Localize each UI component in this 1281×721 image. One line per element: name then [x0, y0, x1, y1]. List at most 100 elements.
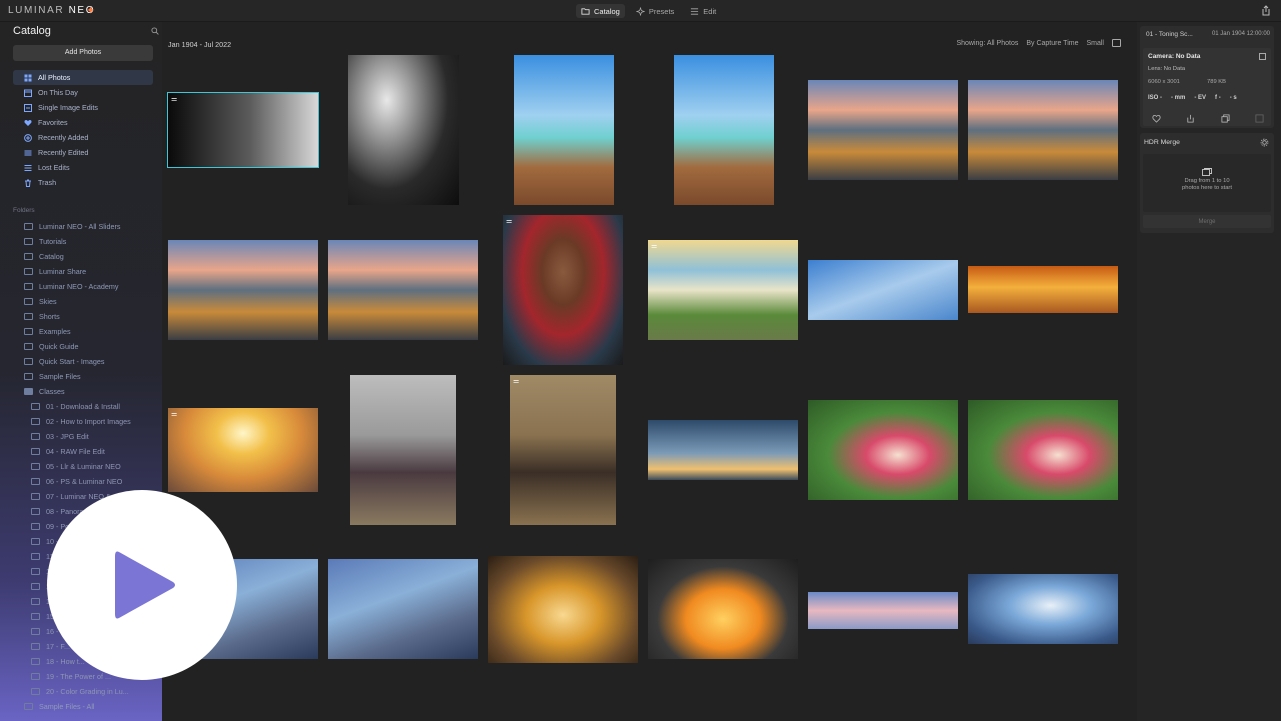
photo-thumbnail[interactable] — [328, 240, 478, 340]
video-play-button[interactable] — [47, 490, 237, 680]
tab-edit[interactable]: Edit — [685, 4, 721, 18]
photo-thumbnail[interactable]: ⚌ — [648, 240, 798, 340]
nav-on-this-day[interactable]: On This Day — [13, 85, 153, 100]
photo-thumbnail[interactable]: ⚌ — [168, 408, 318, 492]
folder-label: Tutorials — [39, 237, 67, 246]
sidebar-folder-item[interactable]: Luminar NEO - All Sliders — [13, 219, 158, 234]
photo-thumbnail[interactable] — [514, 55, 614, 205]
filter-size[interactable]: Small — [1086, 40, 1104, 47]
expand-icon[interactable] — [1259, 53, 1266, 60]
sidebar-folder-item[interactable]: Sample Files — [13, 369, 158, 384]
sidebar-folder-item[interactable]: Classes — [13, 384, 158, 399]
sidebar-folder-item[interactable]: Tutorials — [13, 234, 158, 249]
folder-icon — [31, 568, 40, 575]
photo-thumbnail[interactable] — [808, 80, 958, 180]
calendar-icon — [24, 89, 32, 97]
folder-icon — [24, 358, 33, 365]
folder-icon — [581, 7, 590, 15]
photo-thumbnail[interactable] — [488, 556, 638, 663]
photo-thumbnail[interactable] — [808, 592, 958, 629]
folder-label: Luminar NEO - All Sliders — [39, 222, 121, 231]
plus-circle-icon — [24, 133, 32, 142]
folder-label: Sample Files - All — [39, 702, 95, 711]
photo-thumbnail[interactable] — [808, 400, 958, 500]
sidebar-folder-item[interactable]: 02 - How to Import Images — [13, 414, 158, 429]
edit-badge-icon: ⚌ — [171, 411, 178, 418]
photo-thumbnail[interactable] — [350, 375, 456, 525]
nav-lost-edits[interactable]: Lost Edits — [13, 160, 153, 175]
edit-badge-icon: ⚌ — [171, 96, 178, 103]
hdr-title: HDR Merge — [1144, 139, 1180, 146]
search-icon[interactable] — [151, 27, 159, 35]
nav-trash[interactable]: Trash — [13, 175, 153, 190]
sidebar-folder-item[interactable]: Skies — [13, 294, 158, 309]
photo-thumbnail[interactable] — [968, 266, 1118, 313]
filter-showing[interactable]: Showing: All Photos — [956, 40, 1018, 47]
sidebar-folder-item[interactable]: 20 - Color Grading in Lu... — [13, 684, 158, 699]
merge-button[interactable]: Merge — [1143, 215, 1271, 228]
folders-heading: Folders — [13, 207, 35, 214]
photo-thumbnail[interactable] — [348, 55, 459, 205]
folder-icon — [24, 268, 33, 275]
photo-thumbnail[interactable] — [328, 559, 478, 659]
sidebar-folder-item[interactable]: Quick Guide — [13, 339, 158, 354]
sidebar-folder-item[interactable]: 03 - JPG Edit — [13, 429, 158, 444]
tab-presets[interactable]: Presets — [631, 4, 679, 18]
photo-thumbnail[interactable] — [968, 80, 1118, 180]
sidebar-folder-item[interactable]: 01 - Download & Install — [13, 399, 158, 414]
sidebar-folder-item[interactable]: Sample Files - All — [13, 699, 158, 714]
folder-icon — [31, 658, 40, 665]
sidebar-folder-item[interactable]: Quick Start - Images — [13, 354, 158, 369]
nav-all-photos[interactable]: All Photos — [13, 70, 153, 85]
photo-thumbnail[interactable] — [808, 260, 958, 320]
hdr-drop-zone[interactable]: Drag from 1 to 10 photos here to start — [1143, 154, 1271, 212]
folder-label: Classes — [39, 387, 65, 396]
tab-catalog[interactable]: Catalog — [576, 4, 625, 18]
focal-value: - mm — [1171, 95, 1186, 101]
nav-single-image-edits[interactable]: Single Image Edits — [13, 100, 153, 115]
sidebar-folder-item[interactable]: Shorts — [13, 309, 158, 324]
folder-icon — [31, 613, 40, 620]
camera-label: Camera: No Data — [1148, 53, 1201, 60]
share-icon[interactable] — [1261, 5, 1271, 16]
photo-thumbnail[interactable]: ⚌ — [503, 215, 623, 365]
sidebar-folder-item[interactable]: Examples — [13, 324, 158, 339]
folder-icon — [31, 643, 40, 650]
sidebar-folder-item[interactable]: Luminar NEO - Academy — [13, 279, 158, 294]
photo-thumbnail[interactable] — [674, 55, 774, 205]
photo-thumbnail[interactable] — [968, 574, 1118, 644]
sidebar-folder-item[interactable]: Catalog — [13, 249, 158, 264]
photo-thumbnail[interactable] — [968, 400, 1118, 500]
panel-toggle-icon[interactable] — [1112, 39, 1121, 47]
grid-icon — [24, 74, 32, 81]
folder-icon — [24, 298, 33, 305]
export-icon[interactable] — [1186, 114, 1195, 123]
photo-thumbnail[interactable] — [168, 240, 318, 340]
ev-value: - EV — [1194, 95, 1207, 101]
compare-icon[interactable] — [1255, 114, 1264, 123]
nav-recently-edited[interactable]: Recently Edited — [13, 145, 153, 160]
folder-icon — [31, 418, 40, 425]
photo-thumbnail[interactable]: ⚌ — [510, 375, 616, 525]
nav-favorites[interactable]: Favorites — [13, 115, 153, 130]
sidebar-folder-item[interactable]: Luminar Share — [13, 264, 158, 279]
add-photos-button[interactable]: Add Photos — [13, 45, 153, 61]
date-range-label: Jan 1904 - Jul 2022 — [168, 40, 232, 49]
sidebar-folder-item[interactable]: 05 - Llr & Luminar NEO — [13, 459, 158, 474]
gear-icon[interactable] — [1260, 138, 1269, 147]
heart-icon[interactable] — [1152, 114, 1161, 123]
photo-thumbnail[interactable]: ⚌ — [167, 92, 319, 168]
filter-sort[interactable]: By Capture Time — [1026, 40, 1078, 47]
copy-icon[interactable] — [1221, 114, 1230, 123]
nav-recently-added[interactable]: Recently Added — [13, 130, 153, 145]
iso-value: ISO - — [1148, 95, 1163, 101]
sidebar-folder-item[interactable]: 06 - PS & Luminar NEO — [13, 474, 158, 489]
folder-label: 04 - RAW File Edit — [46, 447, 105, 456]
photo-thumbnail[interactable] — [648, 559, 798, 659]
sidebar-folder-item[interactable]: 04 - RAW File Edit — [13, 444, 158, 459]
folder-label: Skies — [39, 297, 57, 306]
photo-thumbnail[interactable] — [648, 420, 798, 480]
lens-label: Lens: No Data — [1148, 66, 1186, 72]
folder-icon — [31, 523, 40, 530]
drop-hint-line1: Drag from 1 to 10 — [1184, 178, 1230, 184]
